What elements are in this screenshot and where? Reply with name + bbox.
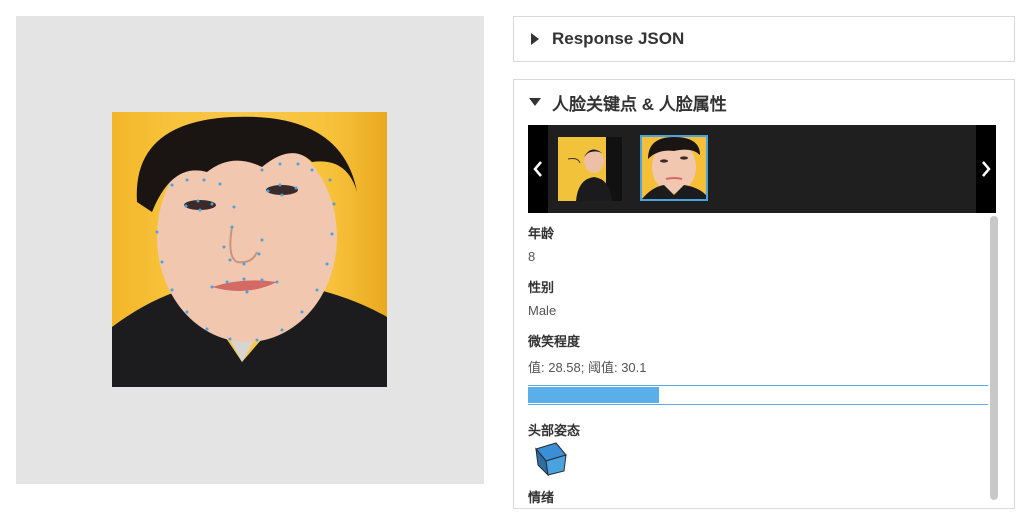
image-viewer: [16, 16, 484, 484]
carousel-prev-button[interactable]: [528, 125, 548, 213]
smile-label: 微笑程度: [528, 334, 581, 349]
face-attributes-header[interactable]: 人脸关键点 & 人脸属性: [514, 80, 1014, 124]
attributes-scrollbar[interactable]: [990, 216, 998, 500]
face-photo-illustration: [112, 116, 387, 387]
gender-label: 性别: [528, 280, 555, 295]
response-json-panel: Response JSON: [513, 16, 1015, 62]
headpose-label: 头部姿态: [528, 423, 581, 438]
thumbnail-original[interactable]: [558, 137, 622, 201]
smile-progress-bar: [528, 385, 988, 405]
smile-threshold-marker: [666, 386, 669, 404]
gender-value: Male: [528, 303, 557, 318]
attributes-list: 年龄 8 性别 Male 微笑程度 值: 28.58; 阈值: 30.1 头部姿…: [528, 213, 998, 513]
age-value: 8: [528, 249, 536, 264]
smile-progress-fill: [528, 387, 660, 403]
headpose-cube-icon: [532, 439, 570, 482]
response-json-title: Response JSON: [552, 29, 685, 48]
chevron-left-icon: [533, 161, 542, 177]
face-carousel: [528, 125, 996, 213]
chevron-right-icon: [982, 161, 991, 177]
response-json-header[interactable]: Response JSON: [514, 17, 1014, 61]
emotion-label: 情绪: [528, 490, 555, 505]
thumbnail-face-selected[interactable]: [640, 135, 708, 201]
smile-value: 值: 28.58; 阈值: 30.1: [528, 360, 647, 375]
face-image: [112, 112, 387, 387]
age-label: 年龄: [528, 226, 555, 241]
caret-down-icon: [528, 95, 542, 109]
face-attributes-panel: 人脸关键点 & 人脸属性 年龄 8 性别 Male 微笑程度 值: 28.58;…: [513, 79, 1015, 509]
caret-right-icon: [528, 32, 542, 46]
face-attributes-title: 人脸关键点 & 人脸属性: [552, 94, 727, 114]
carousel-next-button[interactable]: [976, 125, 996, 213]
